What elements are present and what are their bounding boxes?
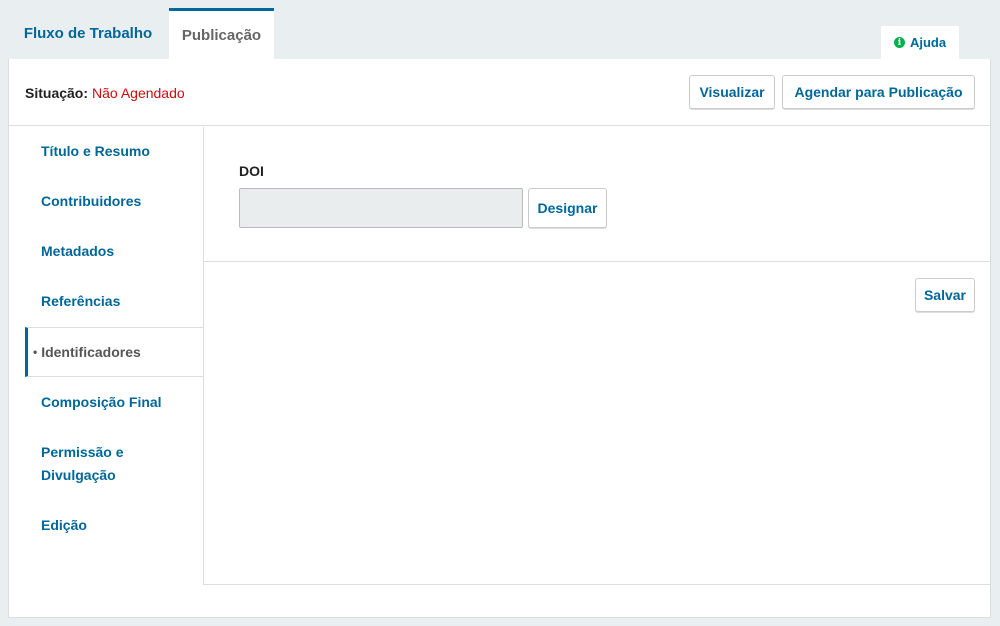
sidebar-item-references[interactable]: Referências [25,290,204,313]
publication-sidebar: Título e Resumo Contribuidores Metadados… [25,127,204,618]
status-label: Situação: [25,85,89,101]
sidebar-item-identifiers[interactable]: • Identificadores [25,327,204,377]
publication-status: Situação: Não Agendado [25,85,185,101]
publication-panel: Situação: Não Agendado Visualizar Agendar… [8,59,991,618]
publication-header: Situação: Não Agendado Visualizar Agendar… [9,59,990,126]
preview-button[interactable]: Visualizar [689,75,775,109]
tab-publication[interactable]: Publicação [169,8,274,59]
sidebar-item-title-abstract[interactable]: Título e Resumo [25,140,204,163]
help-label: Ajuda [909,35,947,50]
sidebar-item-label: Identificadores [41,343,141,360]
identifiers-form: DOI Designar Salvar [203,127,991,585]
doi-section: DOI Designar [204,127,991,262]
assign-doi-button[interactable]: Designar [528,188,607,228]
schedule-publication-button[interactable]: Agendar para Publicação [782,75,975,109]
sidebar-item-contributors[interactable]: Contribuidores [25,190,204,213]
active-bullet-icon: • [33,344,38,359]
status-value: Não Agendado [92,85,185,101]
sidebar-item-issue[interactable]: Edição [25,514,204,537]
save-button[interactable]: Salvar [915,278,975,312]
doi-label: DOI [239,163,264,179]
tab-workflow[interactable]: Fluxo de Trabalho [8,8,168,59]
tab-bar: Fluxo de Trabalho Publicação [8,8,998,59]
help-button[interactable]: i Ajuda [881,26,959,59]
info-icon: i [893,37,905,48]
doi-input[interactable] [239,188,523,228]
sidebar-item-final-composition[interactable]: Composição Final [25,391,204,414]
sidebar-item-metadata[interactable]: Metadados [25,240,204,263]
sidebar-item-permissions[interactable]: Permissão e Divulgação [25,441,175,487]
